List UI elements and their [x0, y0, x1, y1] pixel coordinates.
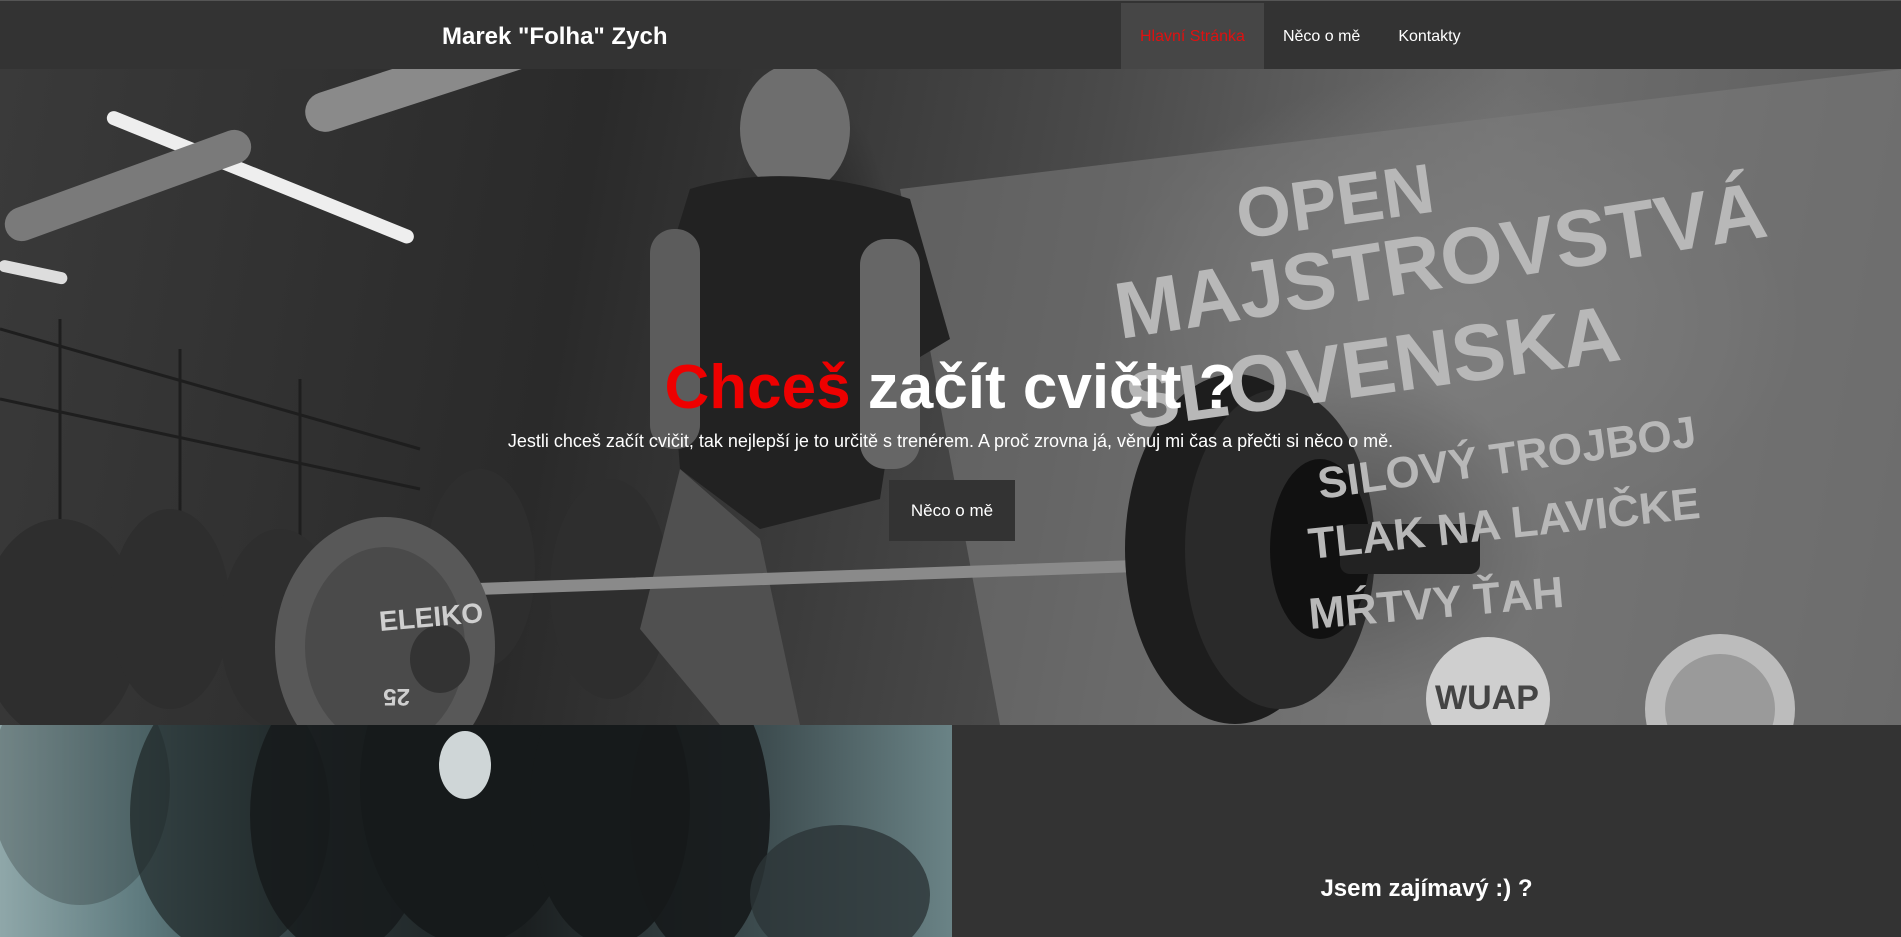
section-heading: Jsem zajímavý :) ? [1320, 875, 1533, 902]
dumbbell-label [439, 731, 491, 799]
main-nav: Hlavní Stránka Něco o mě Kontakty [1121, 3, 1480, 70]
hero-title: Chceš začít cvičit ? [0, 357, 1901, 419]
navbar: Marek "Folha" Zych Hlavní Stránka Něco o… [0, 0, 1901, 70]
hero-content: Chceš začít cvičit ? Jestli chceš začít … [0, 357, 1901, 452]
ceiling-duct [4, 129, 252, 242]
hero-title-accent: Chceš [664, 353, 851, 422]
hero-section: OPEN MAJSTROVSTVÁ SLOVENSKA SILOVÝ TROJB… [0, 69, 1901, 725]
brand-name[interactable]: Marek "Folha" Zych [442, 23, 667, 51]
ceiling-duct [305, 69, 593, 132]
ceiling-light [0, 260, 68, 285]
plate-number-text: 25 [383, 683, 410, 710]
logo-text: WUAP [1435, 679, 1539, 717]
about-me-button[interactable]: Něco o mě [889, 480, 1015, 541]
nav-item-home[interactable]: Hlavní Stránka [1121, 3, 1264, 70]
nav-item-about[interactable]: Něco o mě [1264, 3, 1379, 70]
dumbbell-rack-photo [0, 725, 952, 937]
intro-panel: Jsem zajímavý :) ? [952, 725, 1901, 937]
nav-item-contacts[interactable]: Kontakty [1379, 3, 1479, 70]
dumbbell-rack-image [0, 725, 930, 937]
hero-subtitle: Jestli chceš začít cvičit, tak nejlepší … [507, 431, 1394, 451]
hero-title-rest: začít cvičit ? [850, 353, 1237, 422]
